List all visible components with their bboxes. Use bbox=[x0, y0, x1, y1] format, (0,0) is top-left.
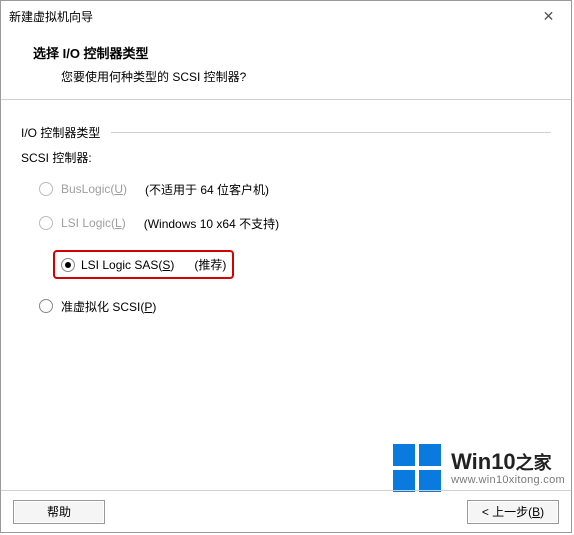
wizard-button-bar: 帮助 < 上一步(B) bbox=[1, 490, 571, 532]
group-legend: I/O 控制器类型 bbox=[21, 126, 100, 140]
watermark-url: www.win10xitong.com bbox=[451, 474, 565, 486]
option-lsilogic-sas-note: (推荐) bbox=[194, 256, 226, 273]
wizard-content: I/O 控制器类型 SCSI 控制器: BusLogic(U) (不适用于 64… bbox=[1, 100, 571, 339]
option-lsilogic-sas-label[interactable]: LSI Logic SAS(S) bbox=[81, 258, 174, 272]
group-divider bbox=[111, 132, 551, 133]
close-icon: ✕ bbox=[543, 8, 555, 25]
watermark-text: Win10之家 www.win10xitong.com bbox=[451, 450, 565, 486]
close-button[interactable]: ✕ bbox=[526, 1, 571, 31]
scsi-controller-label: SCSI 控制器: bbox=[21, 149, 551, 166]
window-title: 新建虚拟机向导 bbox=[9, 8, 93, 25]
watermark: Win10之家 www.win10xitong.com bbox=[393, 444, 565, 492]
option-lsilogic-note: (Windows 10 x64 不支持) bbox=[144, 215, 279, 232]
radio-paravirtual[interactable] bbox=[39, 299, 53, 313]
option-lsilogic-sas-highlight: LSI Logic SAS(S) (推荐) bbox=[53, 250, 234, 279]
radio-lsilogic-sas[interactable] bbox=[61, 258, 75, 272]
option-buslogic-note: (不适用于 64 位客户机) bbox=[145, 181, 269, 198]
wizard-header: 选择 I/O 控制器类型 您要使用何种类型的 SCSI 控制器? bbox=[1, 31, 571, 100]
titlebar: 新建虚拟机向导 ✕ bbox=[1, 1, 571, 31]
option-lsilogic-label: LSI Logic(L) bbox=[61, 216, 126, 230]
watermark-brand: Win10之家 bbox=[451, 450, 565, 474]
help-button[interactable]: 帮助 bbox=[13, 500, 105, 524]
option-paravirtual-label[interactable]: 准虚拟化 SCSI(P) bbox=[61, 298, 156, 315]
option-lsilogic: LSI Logic(L) (Windows 10 x64 不支持) bbox=[39, 212, 551, 234]
radio-lsilogic bbox=[39, 216, 53, 230]
back-button[interactable]: < 上一步(B) bbox=[467, 500, 559, 524]
wizard-window: 新建虚拟机向导 ✕ 选择 I/O 控制器类型 您要使用何种类型的 SCSI 控制… bbox=[0, 0, 572, 533]
option-paravirtual[interactable]: 准虚拟化 SCSI(P) bbox=[39, 295, 551, 317]
controller-options: BusLogic(U) (不适用于 64 位客户机) LSI Logic(L) … bbox=[21, 178, 551, 317]
radio-buslogic bbox=[39, 182, 53, 196]
watermark-logo-icon bbox=[393, 444, 441, 492]
option-buslogic-label: BusLogic(U) bbox=[61, 182, 127, 196]
io-controller-group: I/O 控制器类型 SCSI 控制器: BusLogic(U) (不适用于 64… bbox=[21, 124, 551, 317]
wizard-header-subtitle: 您要使用何种类型的 SCSI 控制器? bbox=[33, 68, 539, 85]
option-buslogic: BusLogic(U) (不适用于 64 位客户机) bbox=[39, 178, 551, 200]
wizard-header-title: 选择 I/O 控制器类型 bbox=[33, 43, 539, 62]
